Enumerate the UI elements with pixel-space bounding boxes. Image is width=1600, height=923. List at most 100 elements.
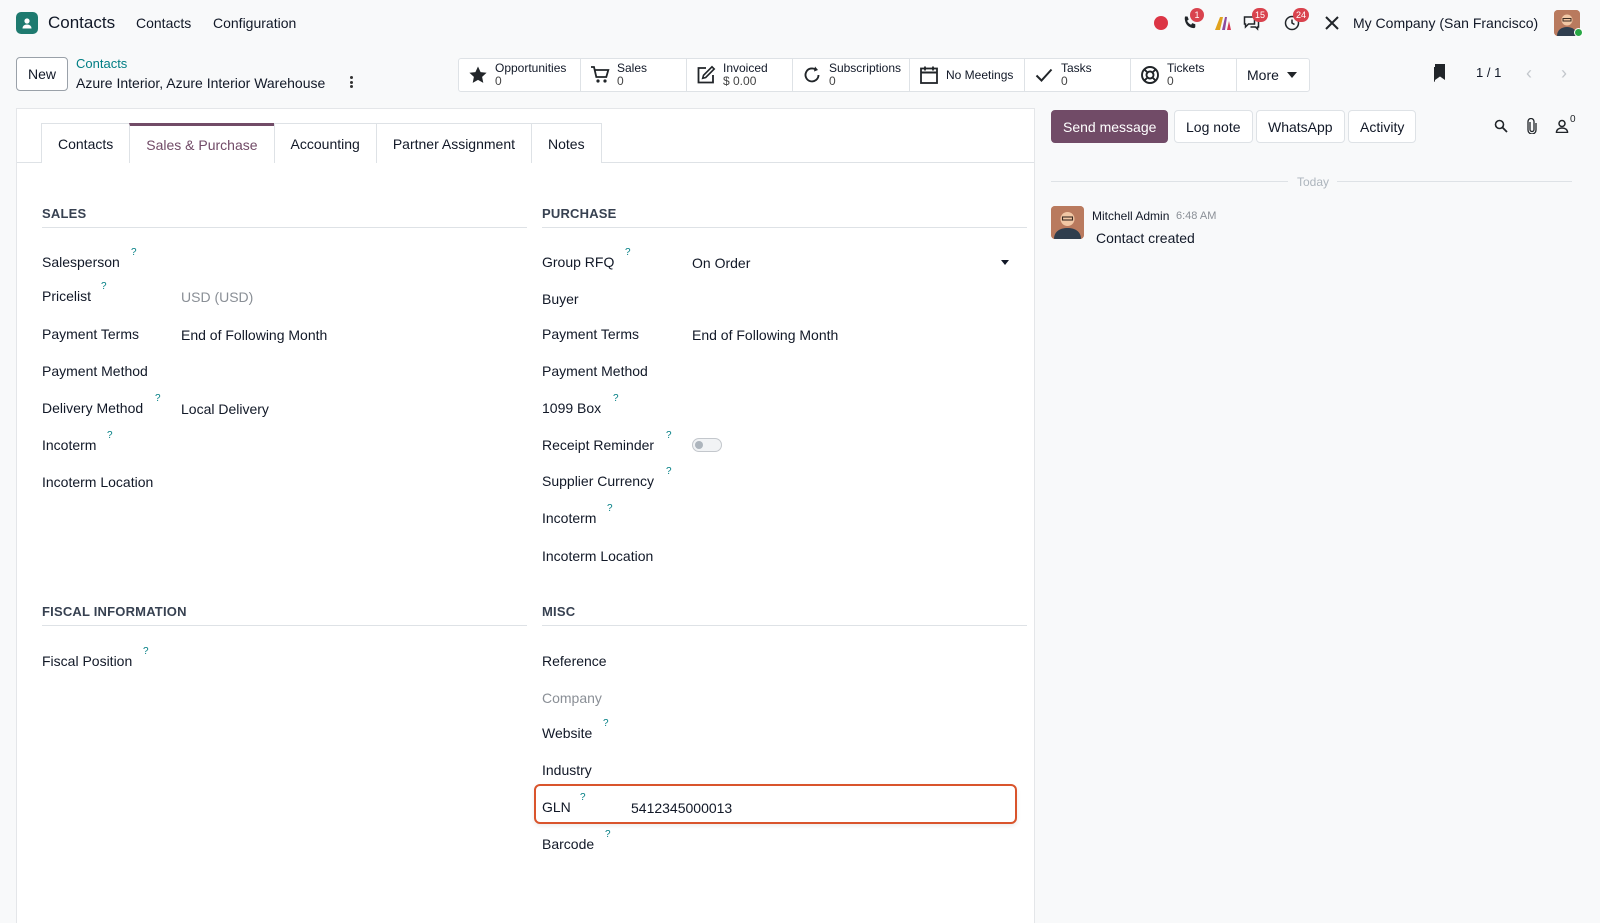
sales-section-title: SALES <box>42 206 87 221</box>
log-note-button[interactable]: Log note <box>1174 110 1253 143</box>
gln-label: GLN <box>542 799 571 815</box>
meetings-button[interactable]: No Meetings <box>910 59 1025 91</box>
menu-configuration[interactable]: Configuration <box>213 15 296 31</box>
followers-icon[interactable] <box>1553 117 1571 135</box>
invoiced-amount: $ 0.00 <box>723 74 757 88</box>
app-name[interactable]: Contacts <box>48 13 115 33</box>
help-tooltip-icon[interactable]: ? <box>666 466 672 477</box>
calendar-icon <box>918 64 940 86</box>
pricelist-field[interactable]: USD (USD) <box>181 289 253 305</box>
tab-contacts[interactable]: Contacts <box>41 123 131 163</box>
help-tooltip-icon[interactable]: ? <box>625 247 631 258</box>
message-body: Contact created <box>1096 230 1195 246</box>
tab-accounting[interactable]: Accounting <box>273 123 377 163</box>
lifebuoy-icon <box>1139 64 1161 86</box>
paperclip-icon[interactable] <box>1523 117 1541 135</box>
delivery-method-label: Delivery Method <box>42 400 144 416</box>
message-author[interactable]: Mitchell Admin <box>1092 209 1169 223</box>
whatsapp-button[interactable]: WhatsApp <box>1256 110 1345 143</box>
company-label: Company <box>542 690 602 706</box>
help-tooltip-icon[interactable]: ? <box>603 718 609 729</box>
sales-button[interactable]: Sales 0 <box>581 59 687 91</box>
purchase-payment-terms-field[interactable]: End of Following Month <box>692 327 838 343</box>
contacts-app-icon[interactable] <box>16 12 38 34</box>
company-switcher[interactable]: My Company (San Francisco) <box>1353 15 1538 31</box>
smart-buttons-bar: Opportunities 0 Sales 0 Invoiced $ 0.00 Sub… <box>458 58 1310 92</box>
misc-section-rule <box>542 625 1027 626</box>
barcode-label: Barcode <box>542 836 595 852</box>
group-rfq-label: Group RFQ <box>542 254 615 270</box>
breadcrumb-contacts[interactable]: Contacts <box>76 56 127 71</box>
refresh-icon <box>801 64 823 86</box>
fiscal-section-title: FISCAL INFORMATION <box>42 604 187 619</box>
purchase-incoterm-label: Incoterm <box>542 510 597 526</box>
gln-highlight <box>534 784 1017 824</box>
receipt-reminder-toggle[interactable] <box>692 438 722 452</box>
purchase-payment-method-label: Payment Method <box>542 363 648 379</box>
receipt-reminder-label: Receipt Reminder <box>542 437 655 453</box>
record-icon[interactable] <box>1151 13 1171 33</box>
help-tooltip-icon[interactable]: ? <box>155 393 161 404</box>
reference-label: Reference <box>542 653 607 669</box>
check-icon <box>1033 64 1055 86</box>
tasks-button[interactable]: Tasks 0 <box>1025 59 1131 91</box>
bookmark-icon[interactable] <box>1431 64 1447 82</box>
search-icon[interactable] <box>1492 117 1510 135</box>
payment-terms-field[interactable]: End of Following Month <box>181 327 327 343</box>
pricelist-label: Pricelist <box>42 288 92 304</box>
help-tooltip-icon[interactable]: ? <box>131 247 137 258</box>
online-status-dot <box>1574 28 1583 37</box>
pager-value[interactable]: 1 / 1 <box>1476 65 1501 80</box>
tab-notes[interactable]: Notes <box>531 123 602 163</box>
help-tooltip-icon[interactable]: ? <box>107 430 113 441</box>
menu-contacts[interactable]: Contacts <box>136 15 191 31</box>
tickets-count: 0 <box>1167 74 1174 88</box>
group-rfq-select[interactable]: On Order <box>692 255 750 271</box>
message-time: 6:48 AM <box>1176 210 1217 222</box>
delivery-method-field[interactable]: Local Delivery <box>181 401 269 417</box>
tab-sales-purchase[interactable]: Sales & Purchase <box>129 123 275 163</box>
help-tooltip-icon[interactable]: ? <box>666 430 672 441</box>
caret-down-icon <box>1286 72 1297 78</box>
more-button[interactable]: More <box>1237 59 1309 91</box>
tab-partner-assignment[interactable]: Partner Assignment <box>375 123 532 163</box>
ai-icon[interactable] <box>1213 13 1233 33</box>
chevron-left-icon[interactable]: ‹ <box>1518 62 1540 84</box>
help-tooltip-icon[interactable]: ? <box>605 829 611 840</box>
box-1099-label: 1099 Box <box>542 400 602 416</box>
message-author-avatar[interactable] <box>1051 206 1084 239</box>
help-tooltip-icon[interactable]: ? <box>580 792 586 803</box>
help-tooltip-icon[interactable]: ? <box>607 503 613 514</box>
form-sheet: Contacts Sales & Purchase Accounting Par… <box>16 108 1035 923</box>
incoterm-label: Incoterm <box>42 437 97 453</box>
purchase-payment-terms-label: Payment Terms <box>542 326 639 342</box>
subscriptions-count: 0 <box>828 74 836 88</box>
subscriptions-button[interactable]: Subscriptions 0 <box>793 59 910 91</box>
fiscal-position-label: Fiscal Position <box>42 653 133 669</box>
edit-icon <box>695 64 717 86</box>
chevron-right-icon[interactable]: › <box>1553 62 1575 84</box>
purchase-section-rule <box>542 227 1027 228</box>
activity-button[interactable]: Activity <box>1348 110 1417 143</box>
new-button[interactable]: New <box>16 57 68 91</box>
discuss-badge: 15 <box>1252 8 1269 22</box>
invoiced-button[interactable]: Invoiced $ 0.00 <box>687 59 793 91</box>
activity-badge: 24 <box>1293 8 1310 22</box>
help-tooltip-icon[interactable]: ? <box>143 646 149 657</box>
send-message-button[interactable]: Send message <box>1051 110 1169 143</box>
tickets-button[interactable]: Tickets 0 <box>1131 59 1237 91</box>
industry-label: Industry <box>542 762 592 778</box>
action-menu-icon[interactable] <box>347 74 355 90</box>
record-title: Azure Interior, Azure Interior Warehouse <box>76 75 326 91</box>
dropdown-caret-icon[interactable] <box>1001 260 1009 265</box>
purchase-section-title: PURCHASE <box>542 206 617 221</box>
sales-section-rule <box>42 227 527 228</box>
gln-input[interactable]: 5412345000013 <box>631 800 732 816</box>
opportunities-button[interactable]: Opportunities 0 <box>459 59 581 91</box>
help-tooltip-icon[interactable]: ? <box>101 281 107 292</box>
help-tooltip-icon[interactable]: ? <box>613 393 619 404</box>
date-divider-right <box>1337 181 1572 182</box>
tools-icon[interactable] <box>1322 13 1342 33</box>
buyer-label: Buyer <box>542 291 579 307</box>
misc-section-title: MISC <box>542 604 576 619</box>
